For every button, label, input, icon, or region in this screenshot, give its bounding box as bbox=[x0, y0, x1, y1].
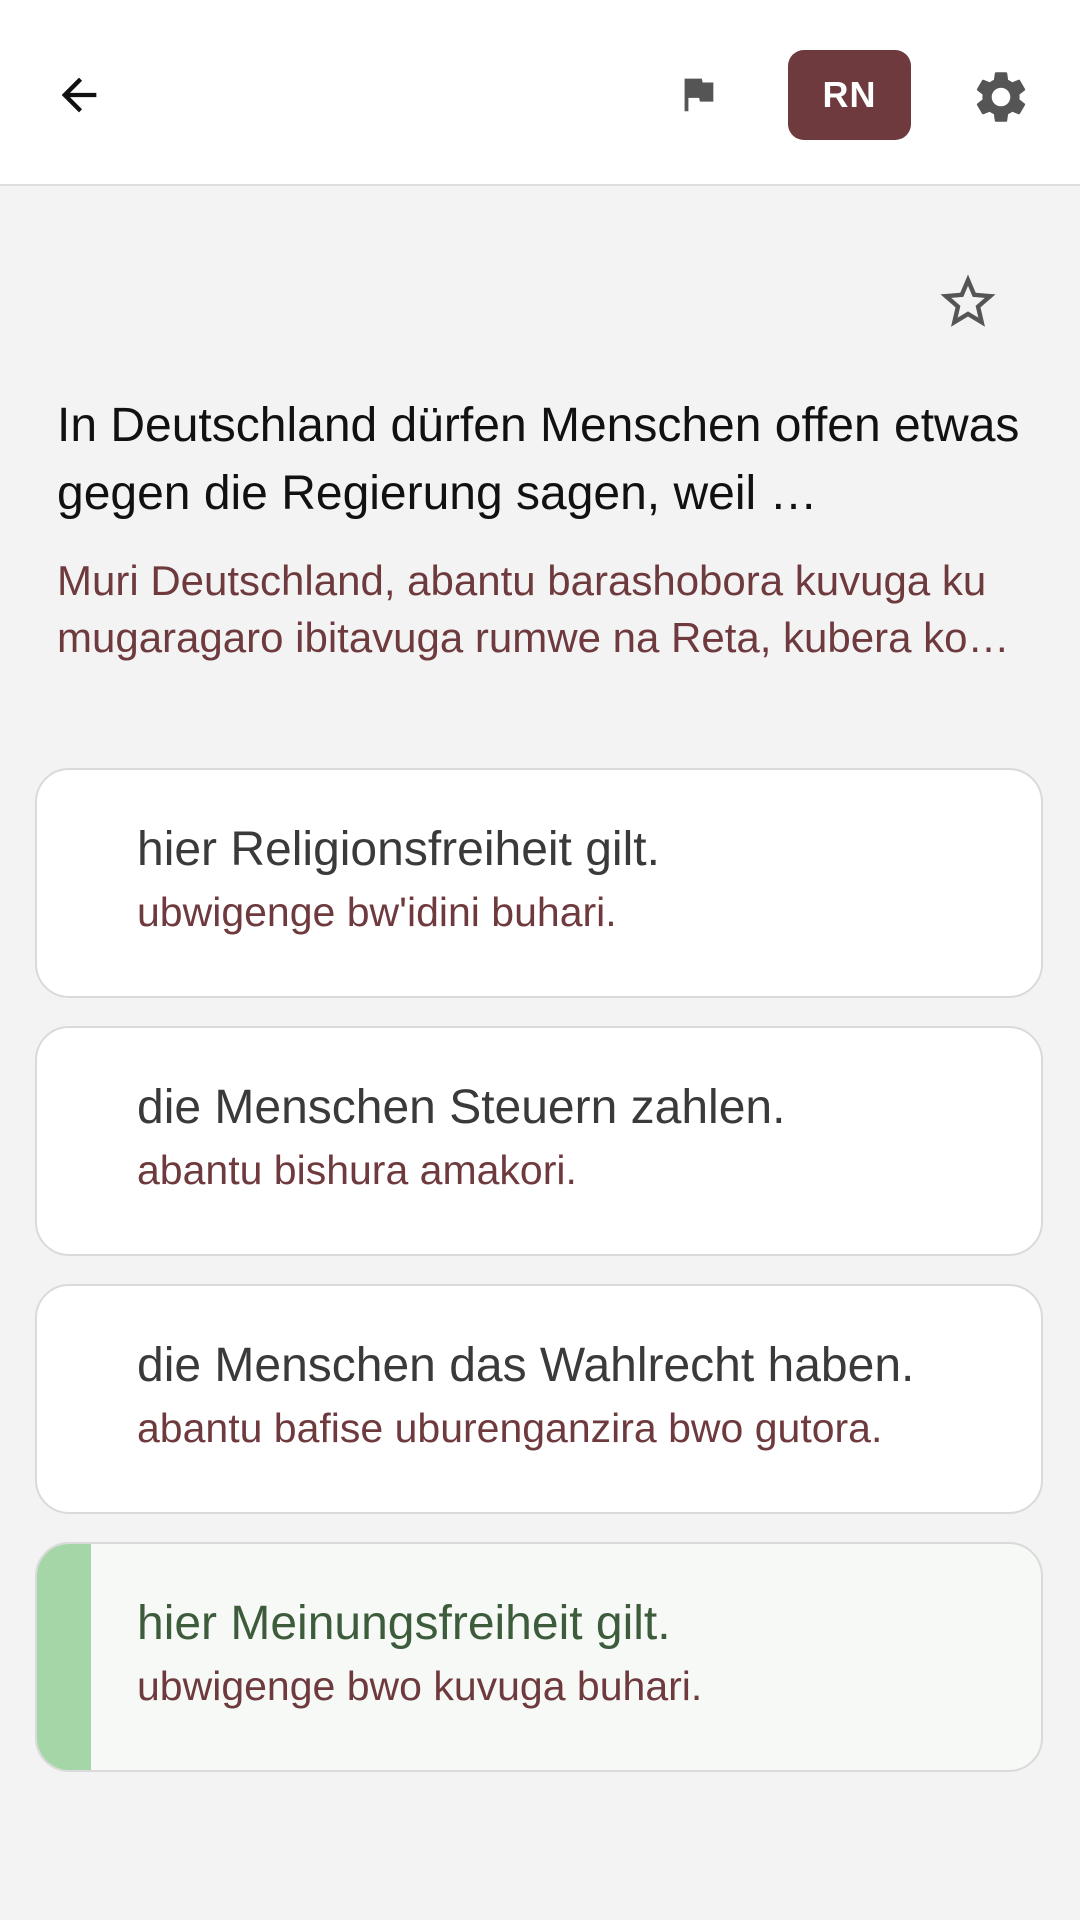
language-code-label: RN bbox=[822, 74, 877, 115]
correct-answer-indicator bbox=[37, 1544, 91, 1770]
answer-option-1[interactable]: hier Religionsfreiheit gilt. ubwigenge b… bbox=[35, 768, 1043, 998]
question-translation: Muri Deutschland, abantu barashobora kuv… bbox=[57, 557, 1010, 661]
gear-icon bbox=[976, 72, 1026, 122]
answer-text: die Menschen das Wahlrecht haben. bbox=[137, 1339, 915, 1392]
answer-text: hier Religionsfreiheit gilt. bbox=[137, 823, 660, 876]
answer-option-4[interactable]: hier Meinungsfreiheit gilt. ubwigenge bw… bbox=[35, 1542, 1043, 1772]
top-app-bar: RN bbox=[0, 0, 1080, 186]
question-text: In Deutschland dürfen Menschen offen etw… bbox=[57, 399, 1020, 520]
answer-option-2[interactable]: die Menschen Steuern zahlen. abantu bish… bbox=[35, 1026, 1043, 1256]
flag-icon bbox=[684, 78, 714, 112]
language-button[interactable]: RN bbox=[788, 50, 911, 140]
answer-translation: abantu bafise uburenganzira bwo gutora. bbox=[137, 1405, 883, 1451]
answer-translation: abantu bishura amakori. bbox=[137, 1147, 577, 1193]
back-button[interactable] bbox=[40, 56, 118, 134]
answer-text: die Menschen Steuern zahlen. bbox=[137, 1081, 786, 1134]
settings-button[interactable] bbox=[962, 58, 1040, 136]
arrow-back-icon bbox=[61, 77, 97, 113]
answer-option-3[interactable]: die Menschen das Wahlrecht haben. abantu… bbox=[35, 1284, 1043, 1514]
answer-translation: ubwigenge bwo kuvuga buhari. bbox=[137, 1663, 703, 1709]
answer-text: hier Meinungsfreiheit gilt. bbox=[137, 1597, 671, 1650]
star-outline-icon bbox=[940, 274, 996, 327]
answer-translation: ubwigenge bw'idini buhari. bbox=[137, 889, 617, 935]
favorite-button[interactable] bbox=[928, 262, 1008, 342]
report-button[interactable] bbox=[662, 58, 734, 130]
